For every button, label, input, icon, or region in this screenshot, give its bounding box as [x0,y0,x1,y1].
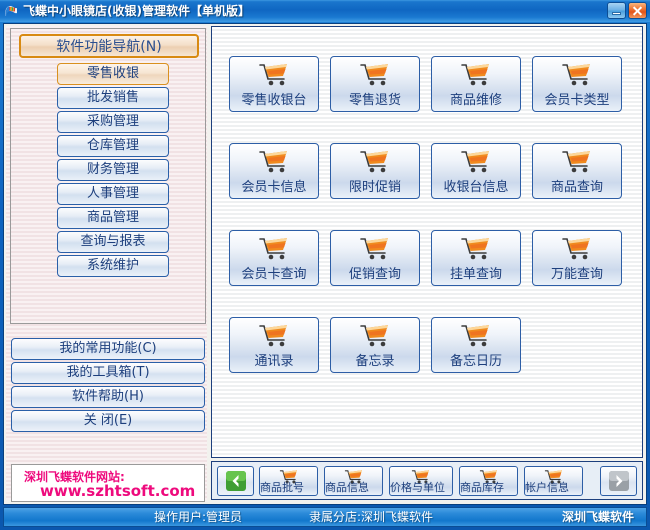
grid-button-universal-query[interactable]: 万能查询 [532,230,622,286]
close-app-button[interactable]: 关 闭(E) [11,410,205,432]
window-controls [607,2,647,19]
minimize-button[interactable] [607,2,626,19]
sidebar-item-query-reports[interactable]: 查询与报表 [57,231,169,253]
app-flag-icon [4,3,20,19]
grid-button-label: 通讯录 [254,354,294,369]
nav-header-button[interactable]: 软件功能导航(N) [19,34,199,58]
grid-button-cashier-desk-info[interactable]: 收银台信息 [431,143,521,199]
sidebar-item-warehouse[interactable]: 仓库管理 [57,135,169,157]
website-url[interactable]: www.szhtsoft.com [40,482,195,500]
grid-button-label: 备忘日历 [449,354,502,369]
grid-button-label: 会员卡类型 [544,93,610,108]
grid-button-member-card-query[interactable]: 会员卡查询 [229,230,319,286]
toolbar-button-goods-stock[interactable]: 商品库存 [459,466,518,496]
grid-button-goods-repair[interactable]: 商品维修 [431,56,521,112]
sidebar-item-hr[interactable]: 人事管理 [57,183,169,205]
toolbar-button-account-info[interactable]: 帐户信息 [524,466,583,496]
grid-button-label: 零售收银台 [241,93,307,108]
grid-button-address-book[interactable]: 通讯录 [229,317,319,373]
application-window: 飞蝶中小眼镜店(收银)管理软件【单机版】 软件功能导航(N) 零售收银 批发销售… [0,0,650,530]
grid-button-label: 收银台信息 [443,180,509,195]
sidebar-item-goods[interactable]: 商品管理 [57,207,169,229]
grid-button-label: 会员卡信息 [241,180,307,195]
toolbar-button-label: 价格与单位 [390,481,445,494]
grid-button-pending-order-query[interactable]: 挂单查询 [431,230,521,286]
scroll-left-button[interactable] [217,466,254,496]
status-operator: 操作用户:管理员 [154,510,243,524]
grid-button-label: 备忘录 [355,354,395,369]
function-button-grid: 零售收银台 零售退货 商品维修 会员卡类型 会员卡信息 限时促销 收银台信息 商… [211,26,643,458]
close-button[interactable] [628,2,647,19]
grid-button-label: 商品维修 [449,93,502,108]
grid-button-limited-time-promotion[interactable]: 限时促销 [330,143,420,199]
sidebar-item-system-maintenance[interactable]: 系统维护 [57,255,169,277]
toolbar-button-label: 商品信息 [325,481,369,494]
grid-button-label: 挂单查询 [449,267,502,282]
sidebar: 软件功能导航(N) 零售收银 批发销售 采购管理 仓库管理 财务管理 人事管理 … [6,26,207,502]
grid-button-label: 限时促销 [348,180,401,195]
status-bar: 操作用户:管理员 隶属分店:深圳飞蝶软件 深圳飞蝶软件 [3,507,647,527]
grid-button-goods-query[interactable]: 商品查询 [532,143,622,199]
grid-button-promotion-query[interactable]: 促销查询 [330,230,420,286]
software-help-button[interactable]: 软件帮助(H) [11,386,205,408]
grid-button-label: 万能查询 [550,267,603,282]
grid-button-label: 会员卡查询 [241,267,307,282]
my-favorites-button[interactable]: 我的常用功能(C) [11,338,205,360]
grid-button-retail-return[interactable]: 零售退货 [330,56,420,112]
grid-button-memo-calendar[interactable]: 备忘日历 [431,317,521,373]
grid-button-retail-cashier-desk[interactable]: 零售收银台 [229,56,319,112]
grid-button-member-card-type[interactable]: 会员卡类型 [532,56,622,112]
toolbar-button-label: 帐户信息 [525,481,569,494]
status-brand: 深圳飞蝶软件 [561,510,634,524]
toolbar-button-price-and-unit[interactable]: 价格与单位 [389,466,453,496]
status-branch: 隶属分店:深圳飞蝶软件 [309,510,434,524]
scroll-right-button[interactable] [600,466,637,496]
grid-button-memo[interactable]: 备忘录 [330,317,420,373]
grid-button-label: 零售退货 [348,93,401,108]
function-navigation-panel: 软件功能导航(N) 零售收银 批发销售 采购管理 仓库管理 财务管理 人事管理 … [10,28,206,324]
toolbar-button-goods-batch[interactable]: 商品批号 [259,466,318,496]
toolbar-button-label: 商品库存 [460,481,504,494]
grid-button-label: 商品查询 [550,180,603,195]
website-panel: 深圳飞蝶软件网站: www.szhtsoft.com [11,464,205,502]
toolbar-button-goods-info[interactable]: 商品信息 [324,466,383,496]
client-area: 软件功能导航(N) 零售收银 批发销售 采购管理 仓库管理 财务管理 人事管理 … [3,23,647,505]
sidebar-item-purchasing[interactable]: 采购管理 [57,111,169,133]
sidebar-item-retail-cashier[interactable]: 零售收银 [57,63,169,85]
sidebar-item-finance[interactable]: 财务管理 [57,159,169,181]
my-toolbox-button[interactable]: 我的工具箱(T) [11,362,205,384]
grid-button-label: 促销查询 [348,267,401,282]
sidebar-item-wholesale[interactable]: 批发销售 [57,87,169,109]
window-title: 飞蝶中小眼镜店(收银)管理软件【单机版】 [23,4,250,18]
grid-button-member-card-info[interactable]: 会员卡信息 [229,143,319,199]
title-bar: 飞蝶中小眼镜店(收银)管理软件【单机版】 [0,0,650,22]
toolbar-button-label: 商品批号 [260,481,304,494]
bottom-toolbar: 商品批号 商品信息 价格与单位 商品库存 帐户信息 [211,461,643,500]
